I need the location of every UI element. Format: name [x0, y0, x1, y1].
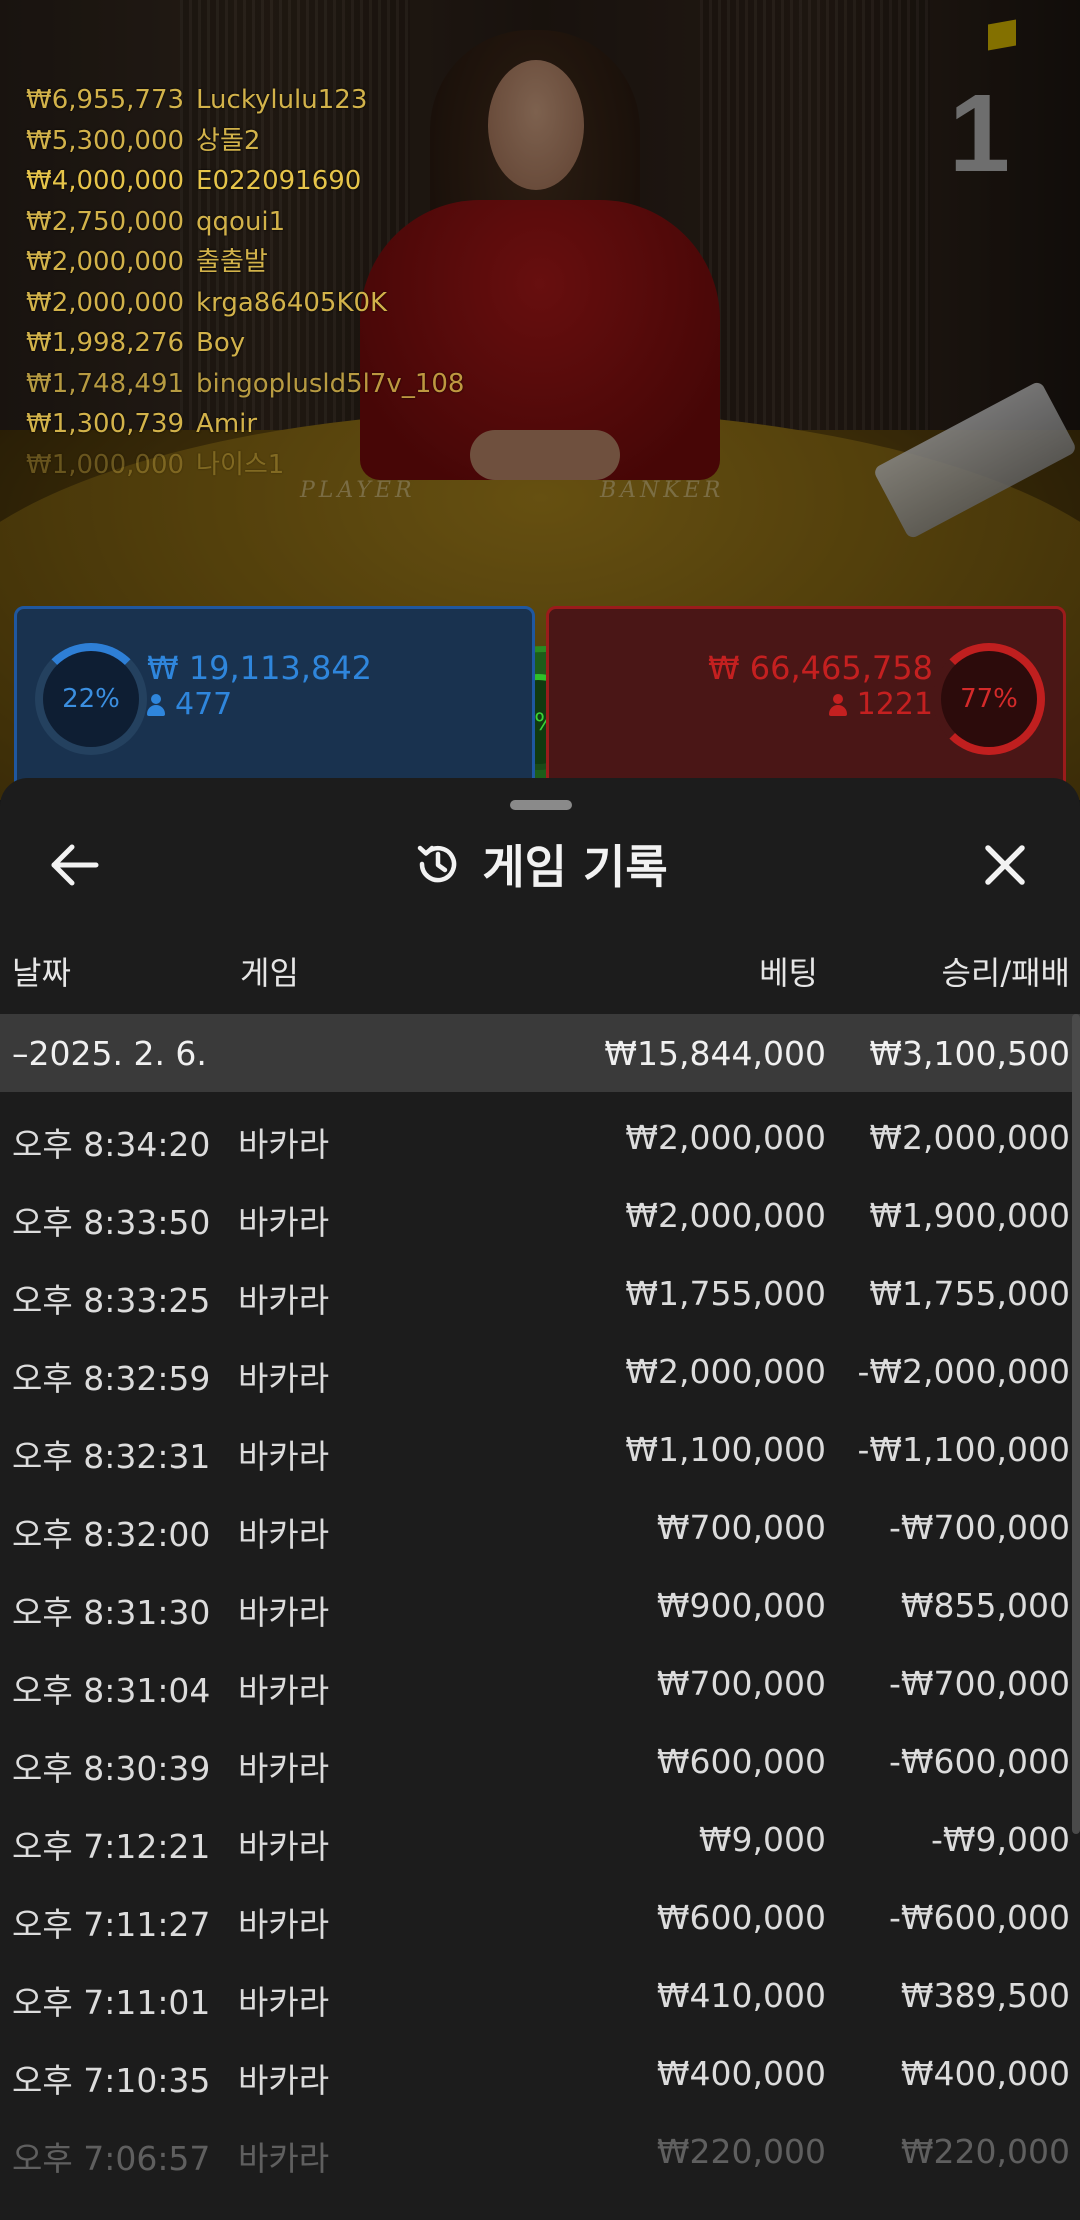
table-row[interactable]: 오후 8:33:50 바카라 ₩2,000,000 ₩1,900,000 — [0, 1176, 1080, 1254]
history-icon — [418, 845, 457, 883]
table-row[interactable]: 오후 7:06:57 바카라 ₩220,000 ₩220,000 — [0, 2112, 1080, 2190]
player-bet-spot[interactable]: 22% ₩ 19,113,842 477 — [14, 606, 535, 802]
person-icon — [147, 694, 165, 716]
banker-bet-spot[interactable]: ₩ 66,465,758 1221 77% — [546, 606, 1066, 802]
player-percent-ring: 22% — [35, 643, 147, 755]
table-row[interactable]: 오후 8:34:20 바카라 ₩2,000,000 ₩2,000,000 — [0, 1098, 1080, 1176]
close-icon — [985, 845, 1025, 885]
table-header: 날짜 게임 베팅 승리/패배 — [0, 948, 1080, 992]
winner-item: ₩6,955,773 Luckylulu123 — [26, 85, 368, 115]
date-group-label: –2025. 2. 6. — [12, 1034, 207, 1073]
winner-item: ₩2,000,000 출출발 — [26, 247, 268, 277]
game-history-sheet: 게임 기록 날짜 게임 베팅 승리/패배 –2025. 2. 6. ₩15,84… — [0, 778, 1080, 2220]
column-bet: 베팅 — [759, 954, 818, 992]
winner-item: ₩1,000,000 나이스1 — [26, 449, 285, 480]
table-row[interactable]: 오후 8:33:25 바카라 ₩1,755,000 ₩1,755,000 — [0, 1254, 1080, 1332]
winners-list: ₩6,955,773 Luckylulu123 ₩5,300,000 상돌2 ₩4,… — [26, 80, 464, 485]
table-row[interactable]: 오후 7:11:27 바카라 ₩600,000 -₩600,000 — [0, 1878, 1080, 1956]
column-date: 날짜 — [12, 954, 71, 992]
table-row[interactable]: 오후 8:32:59 바카라 ₩2,000,000 -₩2,000,000 — [0, 1332, 1080, 1410]
column-result: 승리/패배 — [941, 954, 1070, 992]
close-button[interactable] — [970, 830, 1040, 900]
winner-item: ₩1,998,276 Boy — [26, 328, 246, 358]
winner-item: ₩1,300,739 Amir — [26, 409, 258, 439]
table-row[interactable]: 오후 8:32:31 바카라 ₩1,100,000 -₩1,100,000 — [0, 1410, 1080, 1488]
player-bet-amount: ₩ 19,113,842 — [147, 649, 373, 687]
winner-item: ₩2,000,000 krga86405K0K — [26, 287, 388, 318]
table-row[interactable]: 오후 7:10:35 바카라 ₩400,000 ₩400,000 — [0, 2034, 1080, 2112]
banker-bettor-count: 1221 — [828, 687, 933, 722]
page-title: 게임 기록 — [482, 840, 668, 894]
winner-item: ₩5,300,000 상돌2 — [26, 125, 261, 156]
banker-bet-amount: ₩ 66,465,758 — [707, 649, 933, 687]
column-game: 게임 — [240, 954, 299, 992]
table-row[interactable]: 오후 7:11:01 바카라 ₩410,000 ₩389,500 — [0, 1956, 1080, 2034]
sheet-title: 게임 기록 — [0, 828, 1080, 900]
table-row[interactable]: 오후 7:12:21 바카라 ₩9,000 -₩9,000 — [0, 1800, 1080, 1878]
banker-percent-ring: 77% — [933, 643, 1045, 755]
winner-item: ₩2,750,000 qqoui1 — [26, 206, 286, 237]
date-group-bet-total: ₩15,844,000 — [604, 1034, 826, 1073]
table-row[interactable]: 오후 8:31:04 바카라 ₩700,000 -₩700,000 — [0, 1644, 1080, 1722]
history-list[interactable]: –2025. 2. 6. ₩15,844,000 ₩3,100,500 오후 8… — [0, 1014, 1080, 2190]
person-icon — [828, 694, 847, 716]
date-group-result-total: ₩3,100,500 — [869, 1034, 1070, 1073]
winner-item: ₩1,748,491 bingoplusld5l7v_108 — [26, 368, 465, 399]
winner-item: ₩4,000,000 E022091690 — [26, 166, 362, 196]
date-group-row[interactable]: –2025. 2. 6. ₩15,844,000 ₩3,100,500 — [0, 1014, 1080, 1092]
table-row[interactable]: 오후 8:32:00 바카라 ₩700,000 -₩700,000 — [0, 1488, 1080, 1566]
scrollbar[interactable] — [1072, 1014, 1080, 1834]
sheet-drag-handle[interactable] — [510, 800, 572, 810]
table-row[interactable]: 오후 8:31:30 바카라 ₩900,000 ₩855,000 — [0, 1566, 1080, 1644]
player-bettor-count: 477 — [147, 687, 232, 722]
table-row[interactable]: 오후 8:30:39 바카라 ₩600,000 -₩600,000 — [0, 1722, 1080, 1800]
